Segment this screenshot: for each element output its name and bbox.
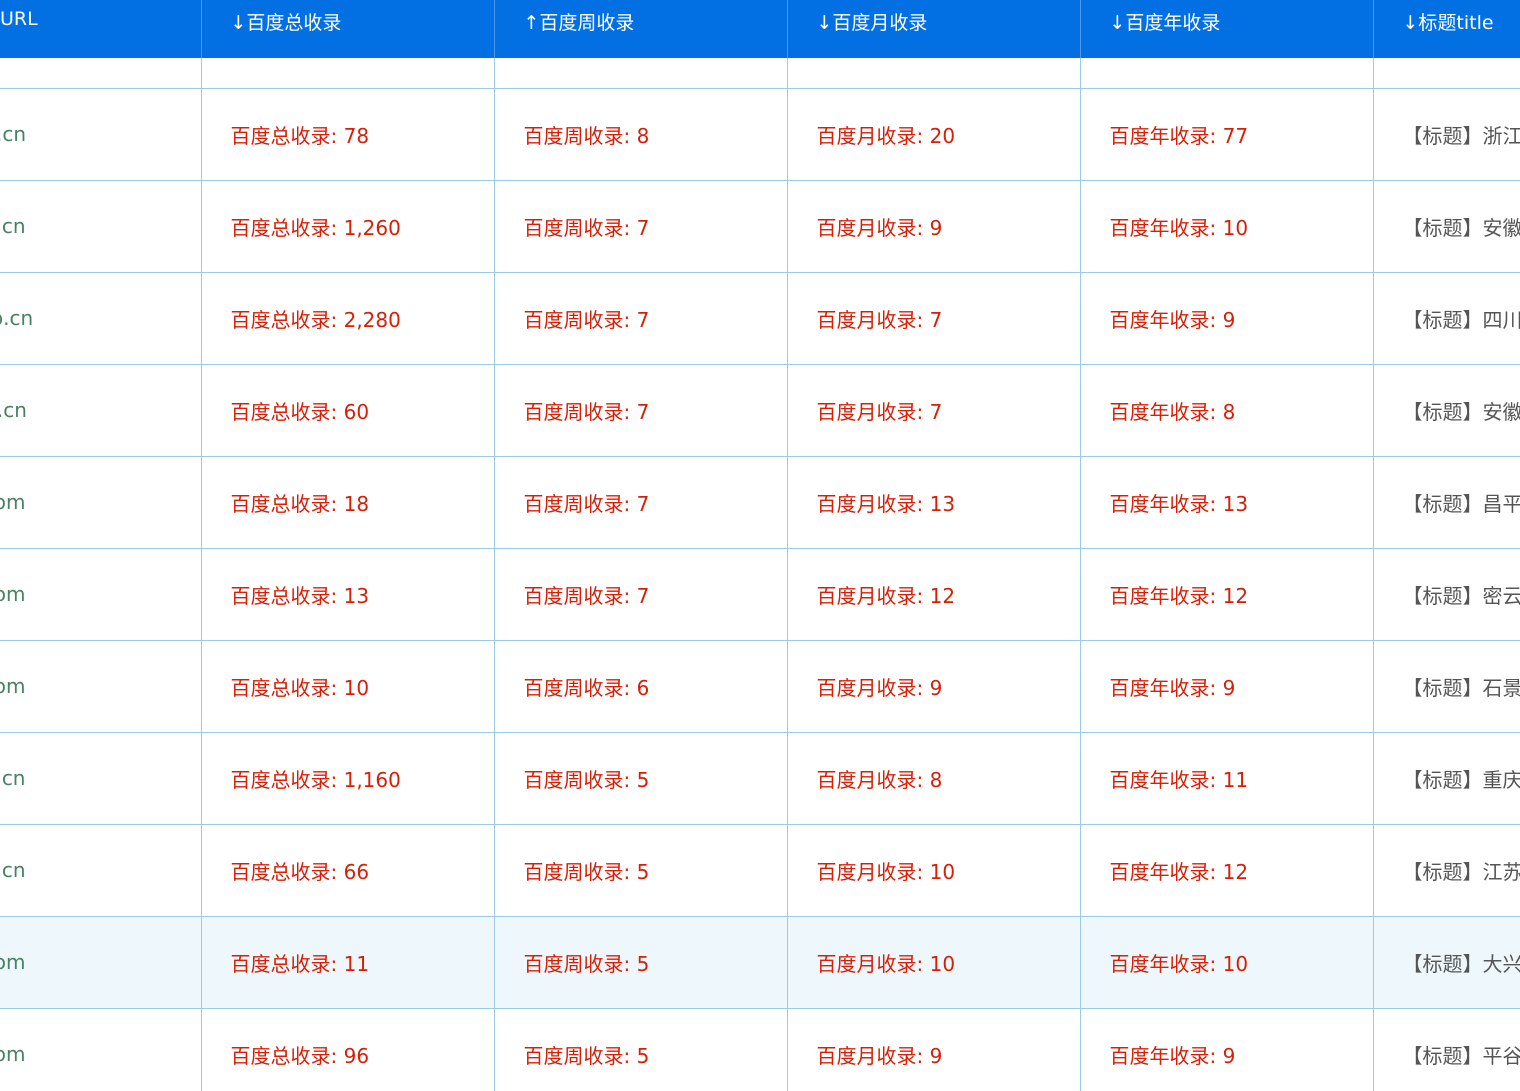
title-cell: 【标题】江苏	[1373, 824, 1520, 917]
table-spacer-row	[0, 58, 1520, 89]
baidu-month-cell: 百度月收录: 8	[787, 732, 1081, 825]
baidu-total-cell: 百度总收录: 96	[201, 1008, 495, 1091]
title-cell: 【标题】重庆	[1373, 732, 1520, 825]
baidu-year-cell: 百度年收录: 12	[1080, 824, 1374, 917]
baidu-total-cell: 百度总收录: 60	[201, 364, 495, 457]
url-link[interactable]: qgfpht.cn	[0, 732, 202, 825]
baidu-week-cell: 百度周收录: 7	[494, 180, 788, 273]
baidu-month-cell: 百度月收录: 7	[787, 272, 1081, 365]
table-row: 04l.com百度总收录: 18百度周收录: 7百度月收录: 13百度年收录: …	[0, 456, 1520, 549]
baidu-year-cell: 百度年收录: 9	[1080, 640, 1374, 733]
url-link[interactable]: 03k.com	[0, 916, 202, 1009]
baidu-year-cell: 百度年收录: 10	[1080, 916, 1374, 1009]
baidu-total-cell: 百度总收录: 13	[201, 548, 495, 641]
baidu-month-cell: 百度月收录: 10	[787, 916, 1081, 1009]
column-header-url[interactable]: URL	[0, 0, 202, 58]
table-header-row: URL ↓百度总收录 ↑百度周收录 ↓百度月收录 ↓百度年收录 ↓标题title	[0, 0, 1520, 58]
baidu-total-cell: 百度总收录: 18	[201, 456, 495, 549]
baidu-week-cell: 百度周收录: 5	[494, 916, 788, 1009]
table-row: bbgfvhl.cn百度总收录: 66百度周收录: 5百度月收录: 10百度年收…	[0, 824, 1520, 917]
results-table-viewport: URL ↓百度总收录 ↑百度周收录 ↓百度月收录 ↓百度年收录 ↓标题title…	[0, 0, 1520, 1091]
table-row: bbgfnhp.cn百度总收录: 2,280百度周收录: 7百度月收录: 7百度…	[0, 272, 1520, 365]
title-cell: 【标题】大兴	[1373, 916, 1520, 1009]
column-header-title[interactable]: ↓标题title	[1373, 0, 1520, 58]
baidu-week-cell: 百度周收录: 7	[494, 548, 788, 641]
baidu-week-cell: 百度周收录: 5	[494, 824, 788, 917]
title-cell: 【标题】浙江	[1373, 88, 1520, 181]
url-link[interactable]: ugfxhf.cn	[0, 180, 202, 273]
baidu-week-cell: 百度周收录: 7	[494, 364, 788, 457]
table-row: ugfxhf.cn百度总收录: 1,260百度周收录: 7百度月收录: 9百度年…	[0, 180, 1520, 273]
url-link[interactable]: 05i.com	[0, 1008, 202, 1091]
baidu-year-cell: 百度年收录: 11	[1080, 732, 1374, 825]
baidu-total-cell: 百度总收录: 1,160	[201, 732, 495, 825]
baidu-week-cell: 百度周收录: 7	[494, 272, 788, 365]
baidu-year-cell: 百度年收录: 10	[1080, 180, 1374, 273]
column-header-baidu-year[interactable]: ↓百度年收录	[1080, 0, 1374, 58]
domain-index-table: URL ↓百度总收录 ↑百度周收录 ↓百度月收录 ↓百度年收录 ↓标题title…	[0, 0, 1520, 1091]
table-row: 03r.com百度总收录: 13百度周收录: 7百度月收录: 12百度年收录: …	[0, 548, 1520, 641]
title-cell: 【标题】四川	[1373, 272, 1520, 365]
column-header-baidu-total[interactable]: ↓百度总收录	[201, 0, 495, 58]
title-cell: 【标题】密云	[1373, 548, 1520, 641]
baidu-week-cell: 百度周收录: 8	[494, 88, 788, 181]
baidu-year-cell: 百度年收录: 12	[1080, 548, 1374, 641]
url-link[interactable]: 04l.com	[0, 456, 202, 549]
baidu-month-cell: 百度月收录: 20	[787, 88, 1081, 181]
title-cell: 【标题】昌平	[1373, 456, 1520, 549]
table-row: 03k.com百度总收录: 11百度周收录: 5百度月收录: 10百度年收录: …	[0, 916, 1520, 1009]
baidu-month-cell: 百度月收录: 9	[787, 180, 1081, 273]
url-link[interactable]: bbgfjhh.cn	[0, 88, 202, 181]
baidu-year-cell: 百度年收录: 77	[1080, 88, 1374, 181]
title-cell: 【标题】安徽	[1373, 180, 1520, 273]
column-header-baidu-month[interactable]: ↓百度月收录	[787, 0, 1081, 58]
baidu-year-cell: 百度年收录: 9	[1080, 1008, 1374, 1091]
baidu-month-cell: 百度月收录: 9	[787, 1008, 1081, 1091]
url-link[interactable]: bbgfnhr.cn	[0, 364, 202, 457]
table-row: qgfpht.cn百度总收录: 1,160百度周收录: 5百度月收录: 8百度年…	[0, 732, 1520, 825]
baidu-year-cell: 百度年收录: 9	[1080, 272, 1374, 365]
baidu-week-cell: 百度周收录: 7	[494, 456, 788, 549]
table-row: bbgfjhh.cn百度总收录: 78百度周收录: 8百度月收录: 20百度年收…	[0, 88, 1520, 181]
column-header-baidu-week[interactable]: ↑百度周收录	[494, 0, 788, 58]
baidu-total-cell: 百度总收录: 66	[201, 824, 495, 917]
title-cell: 【标题】平谷	[1373, 1008, 1520, 1091]
baidu-total-cell: 百度总收录: 1,260	[201, 180, 495, 273]
baidu-year-cell: 百度年收录: 13	[1080, 456, 1374, 549]
table-row: 03x.com百度总收录: 10百度周收录: 6百度月收录: 9百度年收录: 9…	[0, 640, 1520, 733]
baidu-month-cell: 百度月收录: 10	[787, 824, 1081, 917]
url-link[interactable]: bbgfnhp.cn	[0, 272, 202, 365]
url-link[interactable]: bbgfvhl.cn	[0, 824, 202, 917]
baidu-month-cell: 百度月收录: 9	[787, 640, 1081, 733]
baidu-month-cell: 百度月收录: 13	[787, 456, 1081, 549]
url-link[interactable]: 03r.com	[0, 548, 202, 641]
title-cell: 【标题】石景	[1373, 640, 1520, 733]
baidu-month-cell: 百度月收录: 7	[787, 364, 1081, 457]
baidu-week-cell: 百度周收录: 5	[494, 1008, 788, 1091]
baidu-week-cell: 百度周收录: 6	[494, 640, 788, 733]
baidu-year-cell: 百度年收录: 8	[1080, 364, 1374, 457]
baidu-week-cell: 百度周收录: 5	[494, 732, 788, 825]
baidu-total-cell: 百度总收录: 10	[201, 640, 495, 733]
title-cell: 【标题】安徽	[1373, 364, 1520, 457]
baidu-total-cell: 百度总收录: 2,280	[201, 272, 495, 365]
table-row: bbgfnhr.cn百度总收录: 60百度周收录: 7百度月收录: 7百度年收录…	[0, 364, 1520, 457]
url-link[interactable]: 03x.com	[0, 640, 202, 733]
baidu-month-cell: 百度月收录: 12	[787, 548, 1081, 641]
table-row: 05i.com百度总收录: 96百度周收录: 5百度月收录: 9百度年收录: 9…	[0, 1008, 1520, 1091]
baidu-total-cell: 百度总收录: 11	[201, 916, 495, 1009]
baidu-total-cell: 百度总收录: 78	[201, 88, 495, 181]
